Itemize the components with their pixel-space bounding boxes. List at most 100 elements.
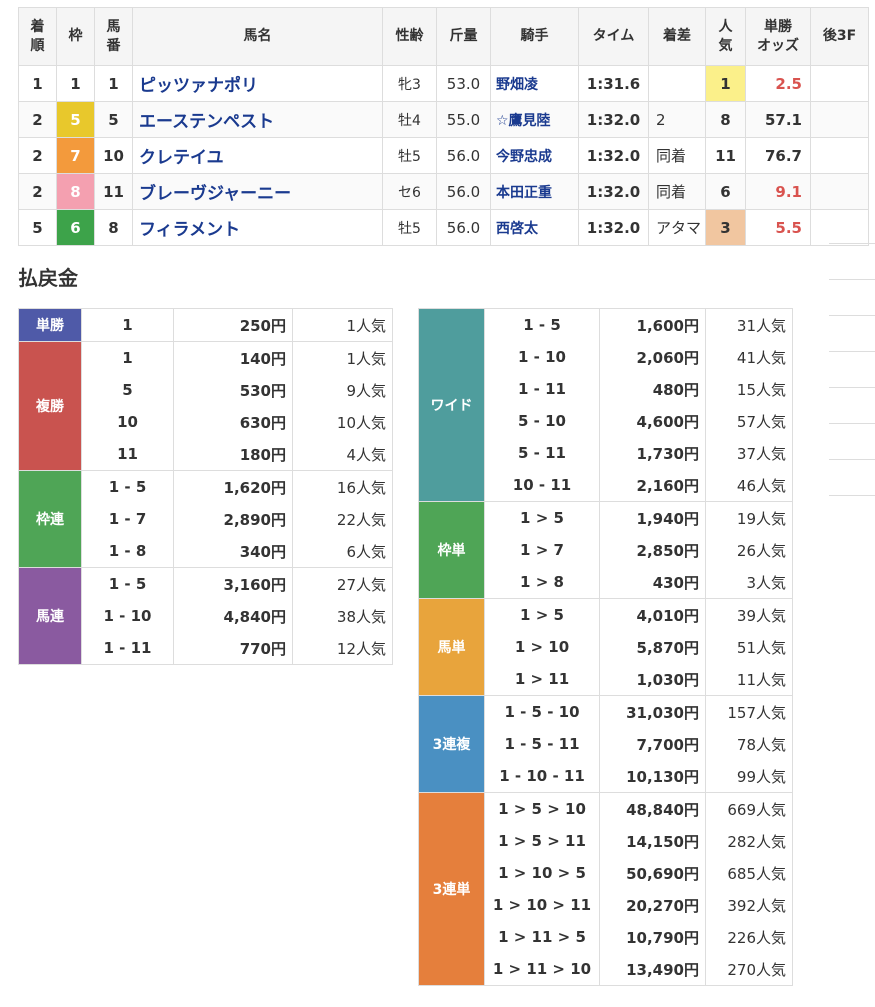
payout-row: ワイド 1 - 5 1,600円 31人気 [418,308,793,502]
payout-popularity: 1人気 [292,308,393,342]
header-sex-age: 性齢 [382,7,437,66]
header-jockey: 騎手 [490,7,579,66]
jockey-link[interactable]: 本田正重 [490,173,579,210]
payout-combination: 1 - 11 [81,632,174,665]
popularity: 6 [705,173,746,210]
carried-weight: 56.0 [436,173,491,210]
payout-combination: 1 > 10 > 11 [484,889,600,921]
payout-combination: 5 - 11 [484,437,600,469]
payout-row: 単勝 1 250円 1人気 [18,308,393,342]
results-header-row: 着順 枠 馬番 馬名 性齢 斤量 騎手 タイム 着差 人気 単勝 オッズ 後3F [18,7,869,66]
payout-combination: 1 [81,341,174,374]
waku-badge: 7 [56,137,95,174]
jockey-link[interactable]: ☆鷹見陸 [490,101,579,138]
payout-row: 枠連 1 - 5 1,620円 16人気 [18,470,393,568]
race-time: 1:31.6 [578,65,649,102]
popularity: 8 [705,101,746,138]
payout-row: 複勝 1 140円 1人気 [18,341,393,471]
payout-combination: 1 - 11 [484,373,600,405]
payout-amount: 2,890円 [173,503,293,535]
waku-badge: 1 [56,65,95,102]
carried-weight: 56.0 [436,137,491,174]
payout-amount: 3,160円 [173,567,293,600]
payout-amount: 14,150円 [599,825,706,857]
payout-combination: 1 - 5 - 11 [484,728,600,760]
payout-popularity: 26人気 [705,534,793,566]
waku-badge: 6 [56,209,95,246]
payout-row: 3連複 1 - 5 - 10 31,030円 157人気 [418,695,793,793]
payout-popularity: 270人気 [705,953,793,986]
payout-amount: 340円 [173,535,293,568]
jockey-link[interactable]: 野畑凌 [490,65,579,102]
header-odds: 単勝 オッズ [745,7,811,66]
payout-popularity: 15人気 [705,373,793,405]
popularity: 1 [705,65,746,102]
payout-amount: 180円 [173,438,293,471]
horse-name-link[interactable]: ピッツァナポリ [132,65,383,102]
bet-type-label: 複勝 [18,341,82,471]
payout-combination: 1 > 5 [484,501,600,534]
header-last-3f: 後3F [810,7,869,66]
payout-popularity: 19人気 [705,501,793,534]
payout-combination: 1 > 10 [484,631,600,663]
bet-type-label: 枠単 [418,501,485,599]
horse-number: 1 [94,65,133,102]
payout-amount: 140円 [173,341,293,374]
jockey-link[interactable]: 西啓太 [490,209,579,246]
payout-popularity: 3人気 [705,566,793,599]
payout-amount: 1,940円 [599,501,706,534]
horse-name-link[interactable]: ブレーヴジャーニー [132,173,383,210]
bet-type-label: 馬単 [418,598,485,696]
payout-popularity: 41人気 [705,341,793,373]
carried-weight: 56.0 [436,209,491,246]
payout-popularity: 1人気 [292,341,393,374]
jockey-link[interactable]: 今野忠成 [490,137,579,174]
payout-combination: 5 - 10 [484,405,600,437]
header-weight: 斤量 [436,7,491,66]
waku-badge: 5 [56,101,95,138]
header-time: タイム [578,7,649,66]
payout-popularity: 16人気 [292,470,393,503]
header-waku: 枠 [56,7,95,66]
payout-popularity: 4人気 [292,438,393,471]
payout-combination: 1 - 10 [484,341,600,373]
payout-table-left: 単勝 1 250円 1人気 複勝 1 140円 1人気 5 530円 9人気 10 630円 10人気 11… [18,308,393,665]
result-row: 2 8 11 ブレーヴジャーニー セ6 56.0 本田正重 1:32.0 同着 6 9.1 [18,173,869,210]
payout-amount: 48,840円 [599,792,706,825]
payout-amount: 430円 [599,566,706,599]
bet-type-label: 馬連 [18,567,82,665]
payout-combination: 1 > 7 [484,534,600,566]
payout-combination: 1 > 5 > 11 [484,825,600,857]
payout-amount: 1,030円 [599,663,706,696]
payout-popularity: 27人気 [292,567,393,600]
finish-margin [648,65,706,102]
payout-popularity: 685人気 [705,857,793,889]
payout-combination: 1 > 10 > 5 [484,857,600,889]
payout-combination: 1 - 10 [81,600,174,632]
payout-amount: 530円 [173,374,293,406]
payout-amount: 770円 [173,632,293,665]
payout-popularity: 9人気 [292,374,393,406]
result-row: 1 1 1 ピッツァナポリ 牝3 53.0 野畑凌 1:31.6 1 2.5 [18,65,869,102]
payout-combination: 1 > 5 > 10 [484,792,600,825]
payout-combination: 10 - 11 [484,469,600,502]
last-3f [810,209,869,246]
horse-name-link[interactable]: フィラメント [132,209,383,246]
payout-amount: 31,030円 [599,695,706,728]
payout-title: 払戻金 [18,266,78,290]
win-odds: 9.1 [745,173,811,210]
payout-popularity: 78人気 [705,728,793,760]
finish-rank: 2 [18,137,57,174]
payout-amount: 480円 [599,373,706,405]
horse-name-link[interactable]: クレテイユ [132,137,383,174]
header-margin: 着差 [648,7,706,66]
horse-name-link[interactable]: エーステンペスト [132,101,383,138]
payout-popularity: 46人気 [705,469,793,502]
payout-popularity: 392人気 [705,889,793,921]
horse-number: 5 [94,101,133,138]
payout-combination: 5 [81,374,174,406]
result-row: 5 6 8 フィラメント 牡5 56.0 西啓太 1:32.0 アタマ 3 5.5 [18,209,869,246]
payout-combination: 1 [81,308,174,342]
header-horse-name: 馬名 [132,7,383,66]
finish-rank: 5 [18,209,57,246]
